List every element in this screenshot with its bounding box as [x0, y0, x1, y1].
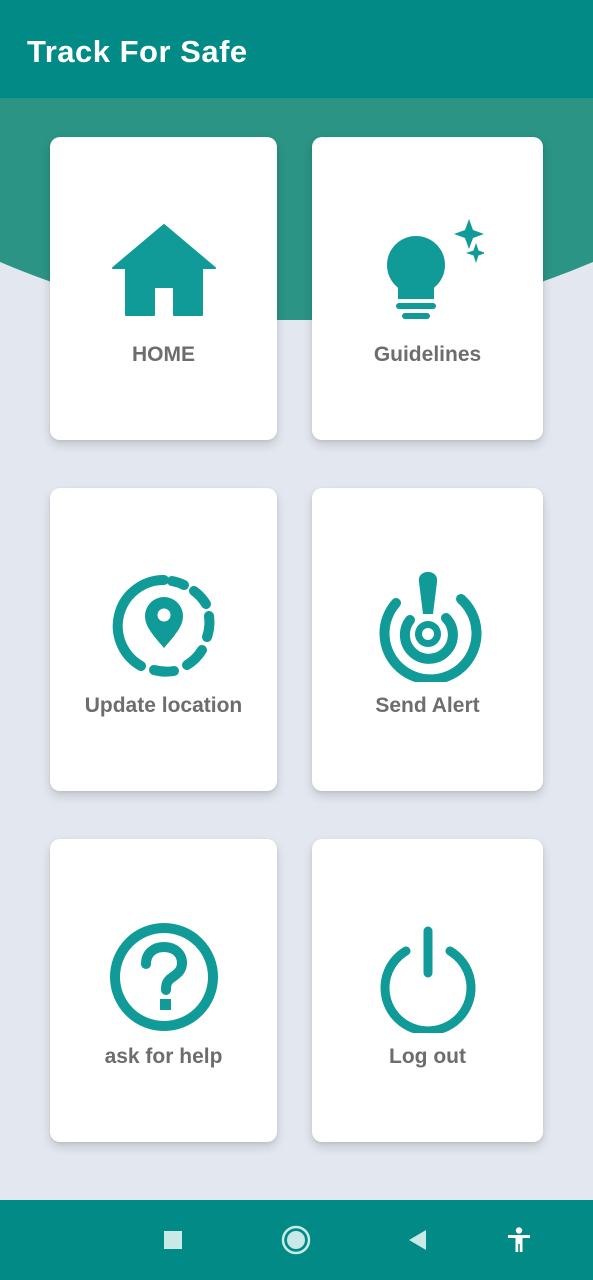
- accessibility-icon[interactable]: [499, 1220, 539, 1260]
- location-pin-icon: [108, 570, 220, 682]
- back-triangle-icon[interactable]: [397, 1220, 437, 1260]
- app-bar: Track For Safe: [0, 0, 593, 98]
- send-alert-label: Send Alert: [375, 694, 480, 717]
- send-alert-card[interactable]: Send Alert: [312, 488, 543, 791]
- home-label: HOME: [132, 343, 195, 366]
- recents-square-icon[interactable]: [153, 1220, 193, 1260]
- system-nav-bar: [0, 1200, 593, 1280]
- home-card[interactable]: HOME: [50, 137, 277, 440]
- help-circle-icon: [108, 921, 220, 1033]
- log-out-label: Log out: [389, 1045, 466, 1068]
- home-circle-icon[interactable]: [276, 1220, 316, 1260]
- home-icon: [108, 219, 220, 331]
- guidelines-label: Guidelines: [373, 343, 482, 366]
- power-icon: [372, 921, 484, 1033]
- ask-for-help-card[interactable]: ask for help: [50, 839, 277, 1142]
- update-location-card[interactable]: Update location: [50, 488, 277, 791]
- lightbulb-sparkle-icon: [372, 219, 484, 331]
- guidelines-card[interactable]: Guidelines: [312, 137, 543, 440]
- alert-signal-icon: [372, 570, 484, 682]
- ask-for-help-label: ask for help: [104, 1045, 223, 1068]
- menu-grid: HOME Guidelines Update location Send Ale…: [0, 0, 593, 1200]
- app-title: Track For Safe: [27, 34, 248, 69]
- update-location-label: Update location: [84, 694, 243, 717]
- log-out-card[interactable]: Log out: [312, 839, 543, 1142]
